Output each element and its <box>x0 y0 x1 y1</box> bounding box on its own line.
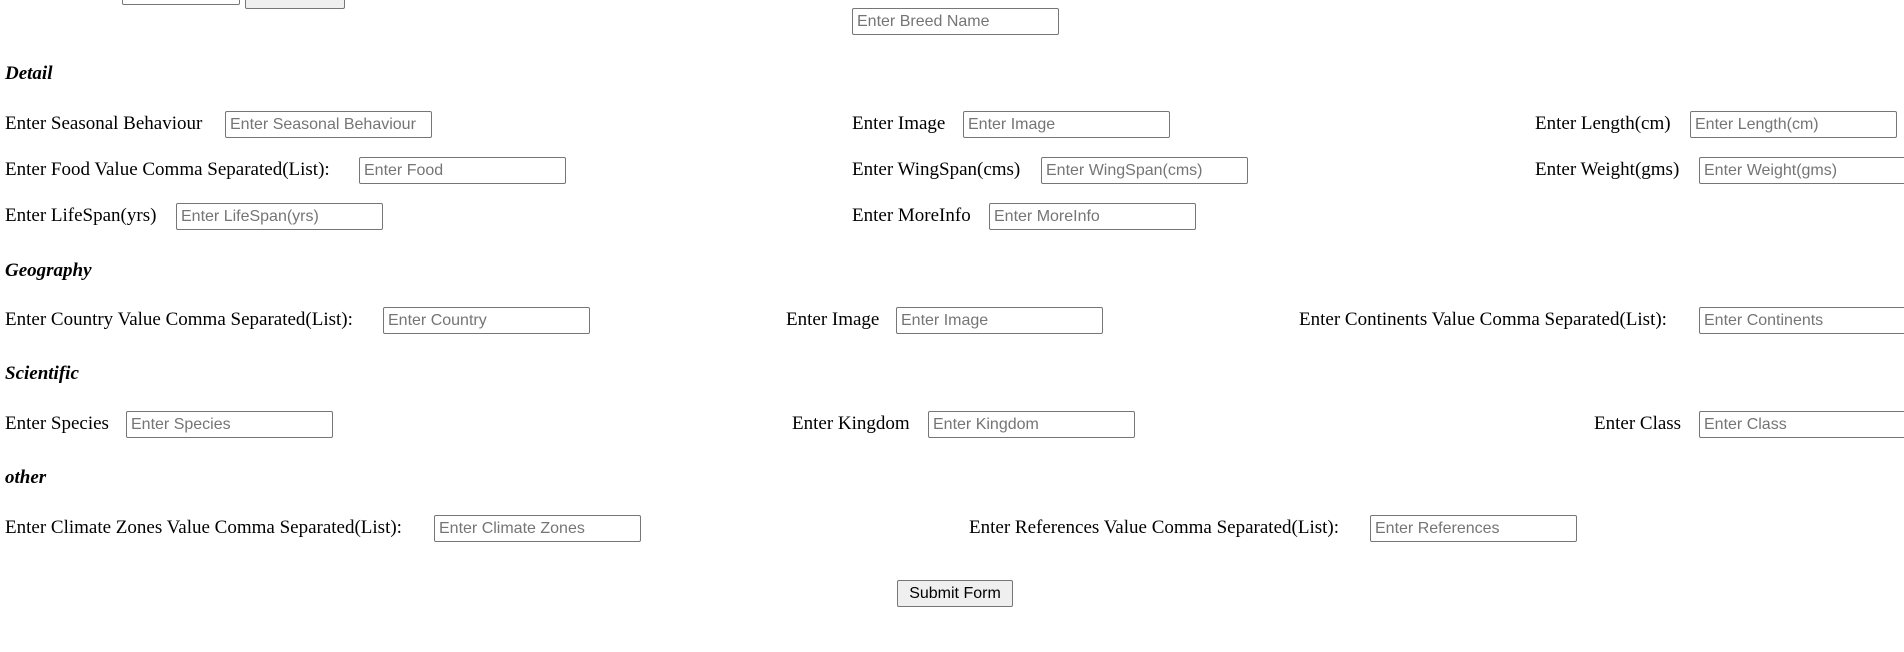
climate-zones-label: Enter Climate Zones Value Comma Separate… <box>5 517 402 538</box>
species-label: Enter Species <box>5 413 109 434</box>
kingdom-input[interactable] <box>928 411 1135 438</box>
wingspan-label: Enter WingSpan(cms) <box>852 159 1021 180</box>
lifespan-input[interactable] <box>176 203 383 230</box>
top-cut-button[interactable] <box>245 0 345 9</box>
continents-label: Enter Continents Value Comma Separated(L… <box>1299 309 1667 330</box>
references-label: Enter References Value Comma Separated(L… <box>969 517 1340 538</box>
references-input[interactable] <box>1370 515 1577 542</box>
submit-form-button[interactable]: Submit Form <box>897 580 1013 607</box>
lifespan-label: Enter LifeSpan(yrs) <box>5 205 157 226</box>
food-label: Enter Food Value Comma Separated(List): <box>5 159 330 180</box>
country-label: Enter Country Value Comma Separated(List… <box>5 309 353 330</box>
wingspan-input[interactable] <box>1041 157 1248 184</box>
detail-heading: Detail <box>5 63 53 84</box>
geography-image-label: Enter Image <box>786 309 880 330</box>
geography-heading: Geography <box>5 260 92 281</box>
top-cut-input[interactable] <box>122 0 240 5</box>
detail-image-input[interactable] <box>963 111 1170 138</box>
weight-input[interactable] <box>1699 157 1904 184</box>
species-input[interactable] <box>126 411 333 438</box>
food-input[interactable] <box>359 157 566 184</box>
kingdom-label: Enter Kingdom <box>792 413 910 434</box>
detail-image-label: Enter Image <box>852 113 946 134</box>
breed-name-input[interactable] <box>852 8 1059 35</box>
seasonal-behaviour-input[interactable] <box>225 111 432 138</box>
continents-input[interactable] <box>1699 307 1904 334</box>
class-input[interactable] <box>1699 411 1904 438</box>
moreinfo-label: Enter MoreInfo <box>852 205 971 226</box>
length-input[interactable] <box>1690 111 1897 138</box>
moreinfo-input[interactable] <box>989 203 1196 230</box>
climate-zones-input[interactable] <box>434 515 641 542</box>
weight-label: Enter Weight(gms) <box>1535 159 1680 180</box>
country-input[interactable] <box>383 307 590 334</box>
length-label: Enter Length(cm) <box>1535 113 1671 134</box>
other-heading: other <box>5 467 47 488</box>
geography-image-input[interactable] <box>896 307 1103 334</box>
seasonal-behaviour-label: Enter Seasonal Behaviour <box>5 113 203 134</box>
class-label: Enter Class <box>1594 413 1682 434</box>
scientific-heading: Scientific <box>5 363 79 384</box>
